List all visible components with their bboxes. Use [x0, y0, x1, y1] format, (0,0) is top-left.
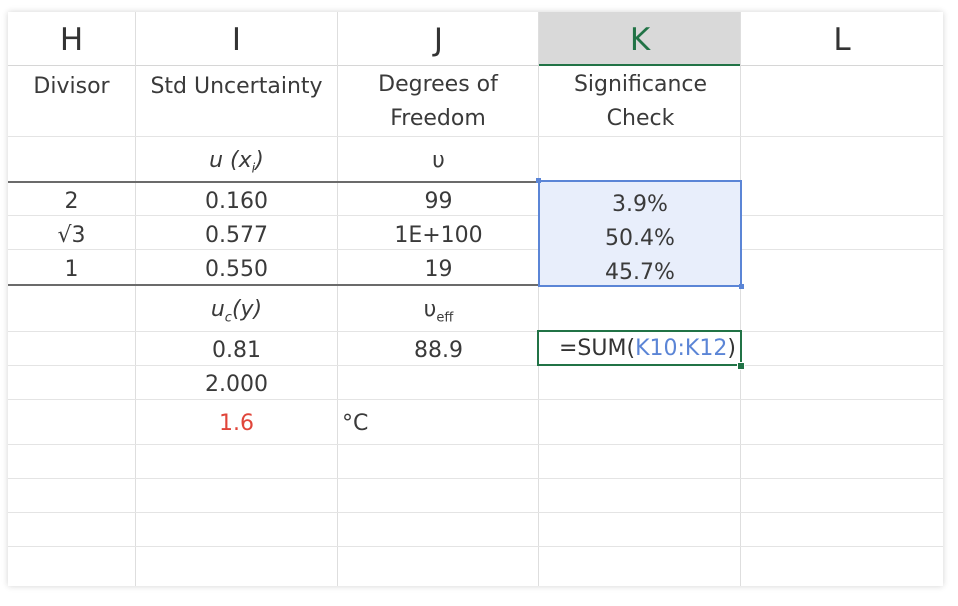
row-divider	[8, 512, 943, 513]
cell-std-uncertainty[interactable]: 0.550	[136, 257, 337, 282]
column-header-k[interactable]: K	[539, 12, 741, 66]
header-divisor[interactable]: Divisor	[8, 74, 135, 99]
formula-range-ref: K10:K12	[635, 336, 728, 361]
row-divider	[8, 215, 943, 216]
column-header-h[interactable]: H	[8, 12, 135, 66]
cell-coverage-factor[interactable]: 2.000	[136, 372, 337, 397]
formula-text[interactable]: =SUM(K10:K12)	[559, 336, 736, 361]
cell-significance[interactable]: 45.7%	[539, 260, 741, 285]
row-divider	[8, 546, 943, 547]
cell-divisor[interactable]: √3	[8, 223, 135, 248]
column-divider	[740, 12, 741, 586]
cell-effective-dof[interactable]: 88.9	[338, 338, 539, 363]
cell-significance[interactable]: 3.9%	[539, 192, 741, 217]
formula-suffix: )	[727, 336, 736, 361]
row-divider	[8, 249, 943, 250]
spreadsheet-grid: H I J K L Divisor Std Uncertainty Degree…	[8, 12, 943, 586]
symbol-uc-y[interactable]: uc(y)	[136, 297, 337, 325]
symbol-u-xi-main: u (x	[209, 148, 252, 173]
cell-combined-uncertainty[interactable]: 0.81	[136, 338, 337, 363]
cell-dof[interactable]: 1E+100	[338, 223, 539, 248]
symbol-u-xi-close: )	[255, 148, 264, 173]
column-header-j[interactable]: J	[338, 12, 539, 66]
cell-dof[interactable]: 19	[338, 257, 539, 282]
column-header-i[interactable]: I	[136, 12, 337, 66]
row-divider	[8, 444, 943, 445]
row-divider	[8, 365, 943, 366]
row-divider	[8, 331, 943, 332]
cell-std-uncertainty[interactable]: 0.160	[136, 189, 337, 214]
header-significance-check[interactable]: Significance Check	[568, 68, 713, 136]
column-header-l[interactable]: L	[741, 12, 943, 66]
symbol-upsilon-eff-main: υ	[423, 297, 437, 322]
cell-unit[interactable]: °C	[342, 411, 382, 436]
symbol-uc-y-main: u	[210, 297, 225, 322]
formula-prefix: =SUM(	[559, 336, 636, 361]
table-top-border	[8, 181, 538, 183]
row-divider	[8, 478, 943, 479]
fill-handle[interactable]	[737, 362, 745, 370]
cell-dof[interactable]: 99	[338, 189, 539, 214]
cell-significance[interactable]: 50.4%	[539, 226, 741, 251]
symbol-uc-sub: c	[224, 310, 232, 326]
row-divider	[8, 399, 943, 400]
symbol-upsilon-eff-sub: eff	[436, 310, 454, 326]
symbol-upsilon[interactable]: υ	[338, 148, 539, 173]
symbol-u-xi[interactable]: u (xi)	[136, 148, 337, 176]
spreadsheet-window: H I J K L Divisor Std Uncertainty Degree…	[8, 12, 943, 586]
active-cell-formula[interactable]: =SUM(K10:K12)	[537, 330, 742, 366]
symbol-uc-y-rest: (y)	[231, 297, 263, 322]
row-divider	[8, 136, 943, 137]
cell-std-uncertainty[interactable]: 0.577	[136, 223, 337, 248]
symbol-upsilon-eff[interactable]: υeff	[338, 297, 539, 325]
cell-divisor[interactable]: 1	[8, 257, 135, 282]
table-bottom-border	[8, 284, 538, 286]
cell-expanded-uncertainty[interactable]: 1.6	[136, 411, 337, 436]
header-std-uncertainty[interactable]: Std Uncertainty	[136, 74, 337, 99]
header-degrees-of-freedom[interactable]: Degrees of Freedom	[368, 68, 508, 136]
selection-handle-top[interactable]	[536, 178, 541, 183]
cell-divisor[interactable]: 2	[8, 189, 135, 214]
